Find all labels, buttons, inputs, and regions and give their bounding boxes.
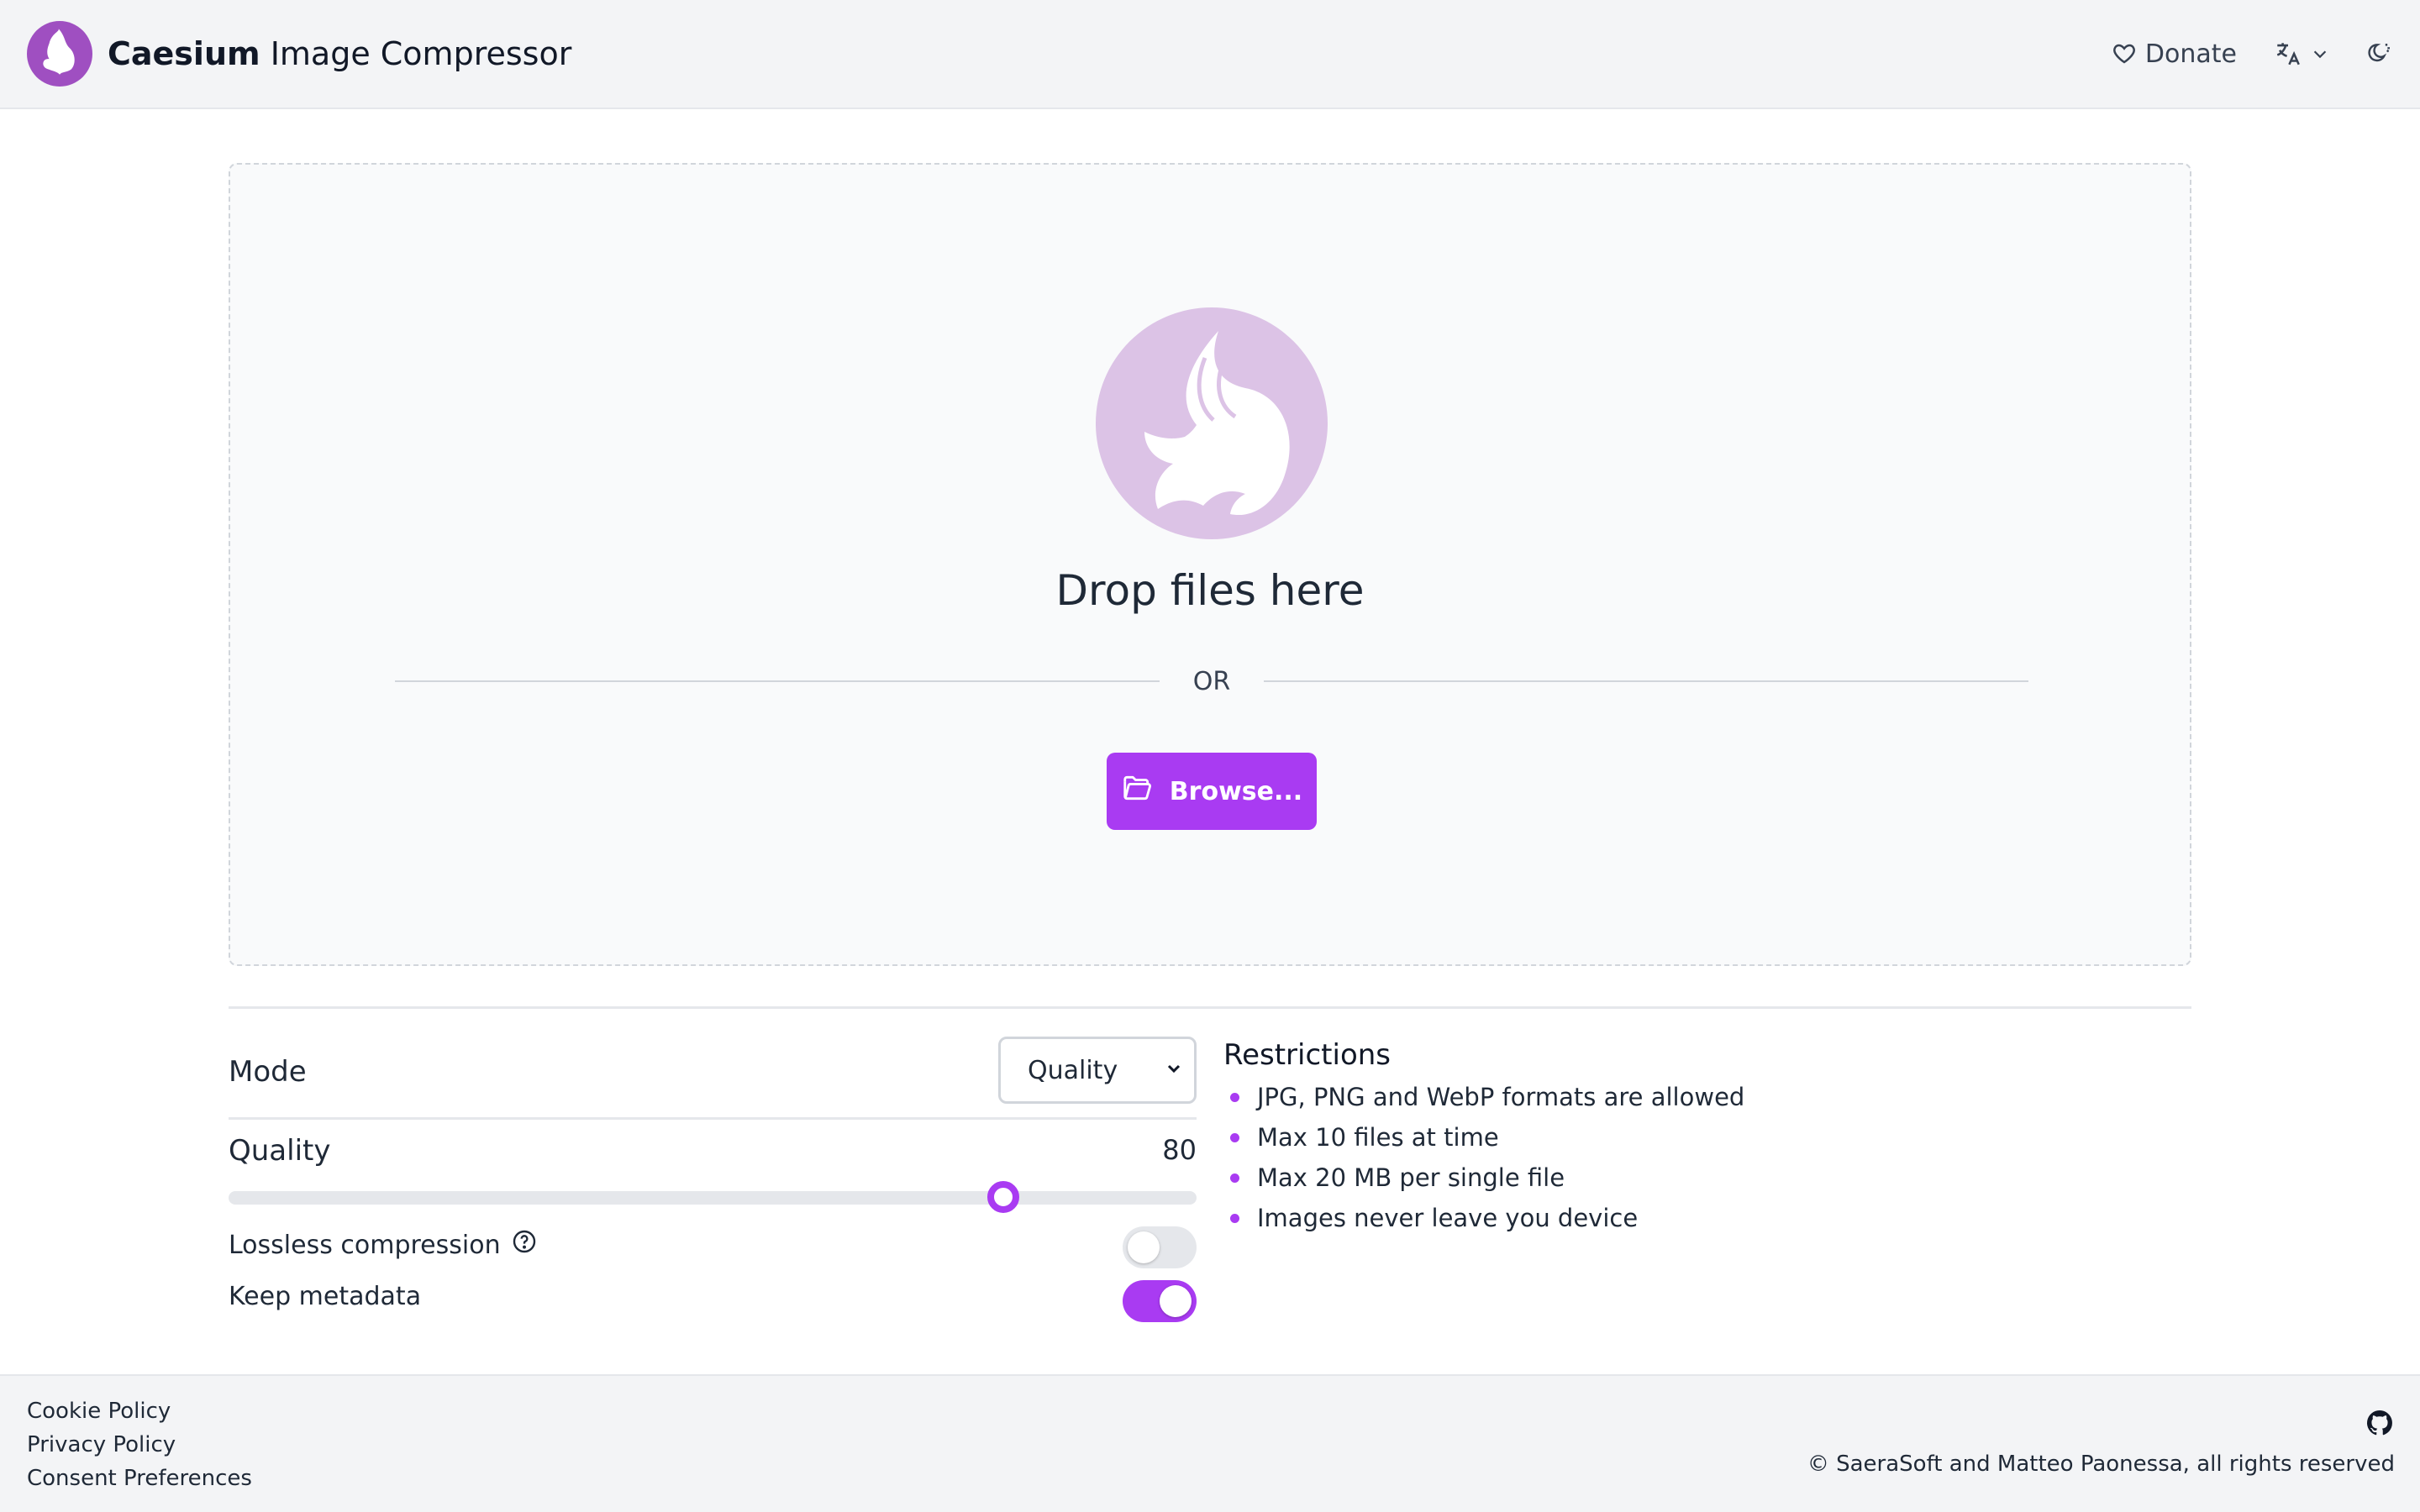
lossless-label-wrap: Lossless compression (229, 1228, 538, 1262)
browse-label: Browse... (1169, 776, 1303, 806)
restrictions-title: Restrictions (1223, 1038, 1392, 1072)
lossless-toggle[interactable] (1123, 1226, 1197, 1268)
lossless-row: Lossless compression (229, 1226, 1197, 1268)
metadata-toggle[interactable] (1123, 1280, 1197, 1322)
metadata-row: Keep metadata (229, 1280, 1197, 1322)
consent-preferences-link[interactable]: Consent Preferences (27, 1465, 252, 1492)
heart-icon (2112, 41, 2137, 66)
or-divider: OR (395, 660, 2028, 702)
cookie-policy-link[interactable]: Cookie Policy (27, 1398, 252, 1425)
phoenix-logo-icon (27, 21, 92, 87)
compression-settings: Mode Quality Quality 80 Lossless compres… (229, 1035, 1197, 1322)
mode-label: Mode (229, 1055, 307, 1089)
restriction-item: Images never leave you device (1223, 1198, 2148, 1238)
mode-select-value: Quality (1028, 1055, 1118, 1085)
copyright-text: © SaeraSoft and Matteo Paonessa, all rig… (1807, 1452, 2395, 1477)
quality-slider-thumb[interactable] (986, 1181, 1019, 1213)
restriction-item: JPG, PNG and WebP formats are allowed (1223, 1077, 2148, 1117)
file-drop-zone[interactable]: Drop files here OR Browse... (229, 163, 2191, 966)
toggle-knob (1160, 1285, 1192, 1317)
metadata-label: Keep metadata (229, 1282, 422, 1311)
privacy-policy-link[interactable]: Privacy Policy (27, 1431, 252, 1458)
theme-toggle-button[interactable] (2366, 40, 2393, 67)
quality-label: Quality (229, 1134, 331, 1168)
mode-row: Mode Quality (229, 1035, 1197, 1120)
quality-slider[interactable] (229, 1181, 1197, 1213)
restriction-item: Max 10 files at time (1223, 1117, 2148, 1158)
translate-icon (2274, 39, 2302, 68)
language-selector[interactable] (2274, 39, 2329, 68)
brand[interactable]: Caesium Image Compressor (27, 21, 571, 87)
quality-value: 80 (1162, 1134, 1197, 1166)
mode-divider (229, 1117, 1197, 1120)
chevron-down-icon (1164, 1056, 1184, 1085)
browse-button[interactable]: Browse... (1107, 753, 1317, 830)
app-footer: Cookie Policy Privacy Policy Consent Pre… (0, 1374, 2420, 1512)
restriction-item: Max 20 MB per single file (1223, 1158, 2148, 1198)
phoenix-hero-icon (1096, 307, 1328, 539)
or-text: OR (1192, 666, 1231, 696)
drop-files-title: Drop files here (1055, 566, 1365, 615)
divider-line-left (395, 680, 1160, 682)
app-header: Caesium Image Compressor Donate (0, 0, 2420, 109)
header-actions: Donate (2112, 39, 2393, 69)
restrictions-panel: Restrictions JPG, PNG and WebP formats a… (1223, 1038, 2148, 1238)
footer-links: Cookie Policy Privacy Policy Consent Pre… (27, 1398, 252, 1492)
app-title: Caesium Image Compressor (108, 35, 572, 72)
restrictions-list: JPG, PNG and WebP formats are allowed Ma… (1223, 1077, 2148, 1238)
chevron-down-icon (2311, 45, 2329, 63)
theme-toggle-icon (2366, 40, 2393, 67)
donate-label: Donate (2144, 39, 2237, 69)
toggle-knob (1128, 1231, 1160, 1263)
mode-select[interactable]: Quality (998, 1037, 1197, 1104)
question-circle-icon[interactable] (511, 1228, 538, 1262)
divider-line-right (1264, 680, 2028, 682)
github-icon[interactable] (2365, 1408, 2395, 1441)
lossless-label: Lossless compression (229, 1230, 501, 1260)
section-divider (229, 1006, 2191, 1009)
folder-open-icon (1121, 772, 1153, 811)
donate-button[interactable]: Donate (2112, 39, 2237, 69)
